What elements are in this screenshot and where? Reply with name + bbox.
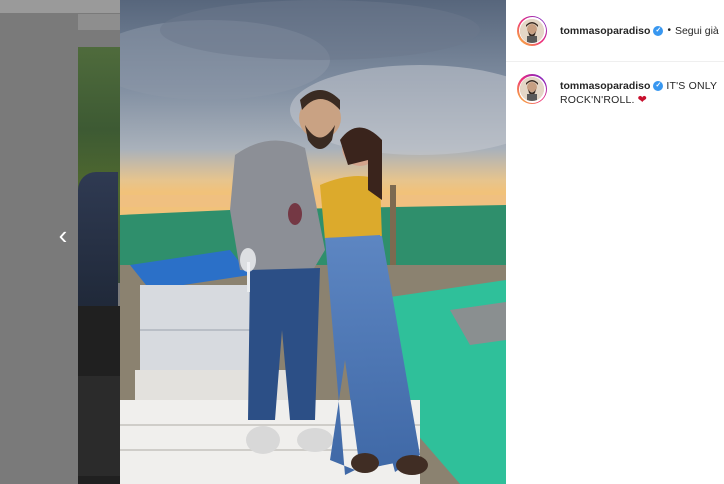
post-author: tommasoparadiso ✓ • Segui già: [560, 25, 719, 37]
avatar[interactable]: [517, 15, 547, 46]
username-link[interactable]: tommasoparadiso: [560, 80, 650, 92]
avatar[interactable]: [517, 74, 547, 104]
caption-body: tommasoparadiso ✓ IT'S ONLY ROCK'N'ROLL. …: [560, 79, 720, 107]
post-header: tommasoparadiso ✓ • Segui già: [506, 0, 724, 62]
username-link[interactable]: tommasoparadiso: [560, 25, 650, 37]
heart-emoji: ❤: [637, 94, 647, 106]
verified-badge-icon: ✓: [653, 25, 664, 36]
verified-badge-icon: ✓: [653, 81, 664, 92]
caption-comment: tommasoparadiso ✓ IT'S ONLY ROCK'N'ROLL. …: [517, 74, 722, 107]
separator-dot: •: [667, 25, 671, 36]
background-feed-post-image-2: [78, 306, 120, 484]
post-side-panel: tommasoparadiso ✓ • Segui già tommasopar…: [506, 0, 724, 484]
post-photo: [120, 0, 506, 484]
chevron-left-icon[interactable]: ‹: [52, 221, 74, 249]
background-feed-strip: [78, 14, 120, 30]
following-button[interactable]: Segui già: [675, 25, 719, 37]
background-feed-post-image: [78, 47, 120, 312]
